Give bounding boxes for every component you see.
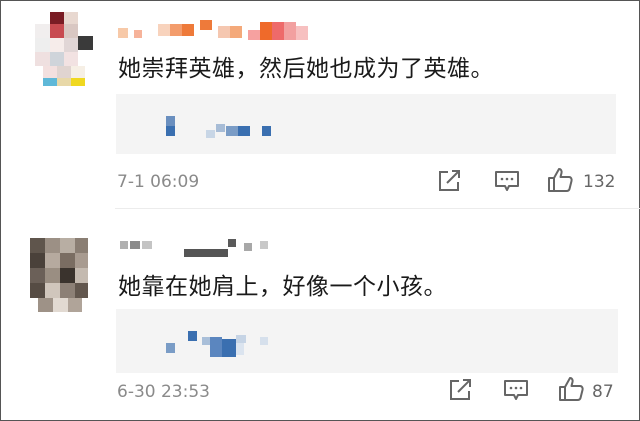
comment-time: 7-1 06:09: [117, 172, 200, 192]
share-icon[interactable]: [437, 169, 463, 193]
comment-item: 她崇拜英雄，然后她也成为了英雄。 7-1 06:09 132: [0, 0, 640, 210]
like-count: 87: [592, 382, 614, 402]
quoted-reply-box[interactable]: [116, 94, 616, 154]
comment-icon[interactable]: [494, 169, 520, 193]
like-icon[interactable]: [557, 375, 584, 401]
comment-icon[interactable]: [503, 378, 529, 402]
quoted-reply-box[interactable]: [116, 309, 618, 373]
comment-text: 她崇拜英雄，然后她也成为了英雄。: [118, 56, 494, 82]
comment-divider: [115, 208, 640, 209]
username-mosaic[interactable]: [120, 235, 280, 259]
username-mosaic[interactable]: [118, 20, 318, 44]
comment-text: 她靠在她肩上，好像一个小孩。: [118, 274, 447, 300]
comment-item: 她靠在她肩上，好像一个小孩。 6-30 23:53 87: [0, 210, 640, 421]
like-icon[interactable]: [546, 166, 573, 192]
comment-time: 6-30 23:53: [117, 382, 210, 402]
avatar[interactable]: [35, 12, 93, 86]
like-count: 132: [583, 172, 616, 192]
share-icon[interactable]: [448, 378, 474, 402]
avatar[interactable]: [30, 238, 88, 312]
